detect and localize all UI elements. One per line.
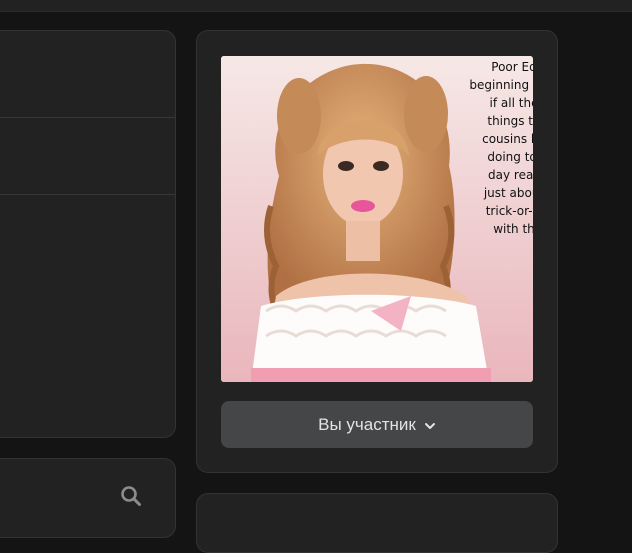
content-divider — [0, 117, 175, 118]
community-photo[interactable]: Poor Ed beginning to w if all the things… — [221, 56, 533, 382]
community-avatar-card: Poor Ed beginning to w if all the things… — [196, 30, 558, 473]
search-icon[interactable] — [119, 484, 143, 508]
secondary-card — [196, 493, 558, 553]
member-status-button[interactable]: Вы участник — [221, 401, 533, 448]
photo-caption: Poor Ed beginning to w if all the things… — [469, 60, 533, 236]
search-card — [0, 458, 176, 538]
top-navigation-bar — [0, 0, 632, 12]
main-content-card — [0, 30, 176, 438]
chevron-down-icon — [424, 419, 436, 431]
member-status-label: Вы участник — [318, 414, 416, 434]
content-divider — [0, 194, 175, 195]
